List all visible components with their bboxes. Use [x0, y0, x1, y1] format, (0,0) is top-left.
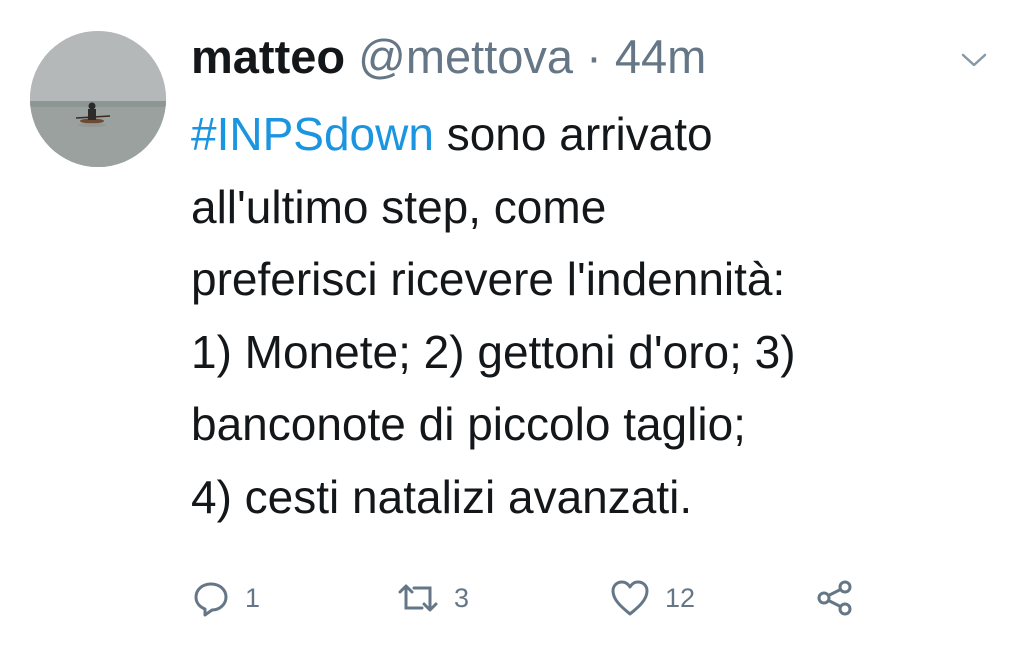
avatar[interactable]	[30, 31, 166, 167]
user-handle[interactable]: @mettova	[358, 30, 573, 83]
retweet-count: 3	[454, 582, 470, 613]
tweet-text: #INPSdown sono arrivato all'ultimo step,…	[191, 98, 1011, 533]
tweet-text-segment: sono arrivato	[433, 108, 713, 160]
reply-button[interactable]: 1	[191, 575, 260, 621]
share-icon	[815, 578, 855, 618]
tweet-text-line: preferisci ricevere l'indennità:	[191, 253, 786, 305]
heart-icon	[609, 578, 651, 618]
tweet-text-line: 1) Monete; 2) gettoni d'oro; 3)	[191, 325, 796, 378]
timestamp[interactable]: 44m	[615, 30, 706, 83]
tweet-text-line: 4) cesti natalizi avanzati.	[191, 470, 693, 523]
tweet: matteo @mettova · 44m #INPSdown sono arr…	[0, 0, 1024, 649]
avatar-image	[30, 31, 166, 167]
retweet-icon	[396, 578, 440, 618]
tweet-text-line: #INPSdown sono arrivato	[191, 98, 1011, 171]
tweet-header: matteo @mettova · 44m	[191, 27, 706, 87]
reply-count: 1	[245, 582, 261, 613]
reply-icon	[191, 578, 231, 618]
display-name[interactable]: matteo	[191, 30, 345, 83]
hashtag-link[interactable]: #INPSdown	[191, 108, 434, 160]
separator-dot: ·	[586, 30, 602, 83]
tweet-text-line: all'ultimo step, come	[191, 180, 607, 233]
like-count: 12	[665, 582, 696, 613]
chevron-down-icon[interactable]	[958, 48, 990, 72]
share-button[interactable]	[815, 575, 855, 621]
like-button[interactable]: 12	[609, 575, 695, 621]
retweet-button[interactable]: 3	[396, 575, 469, 621]
action-bar: 1 3 12	[191, 575, 891, 621]
tweet-text-line: banconote di piccolo taglio;	[191, 398, 746, 450]
